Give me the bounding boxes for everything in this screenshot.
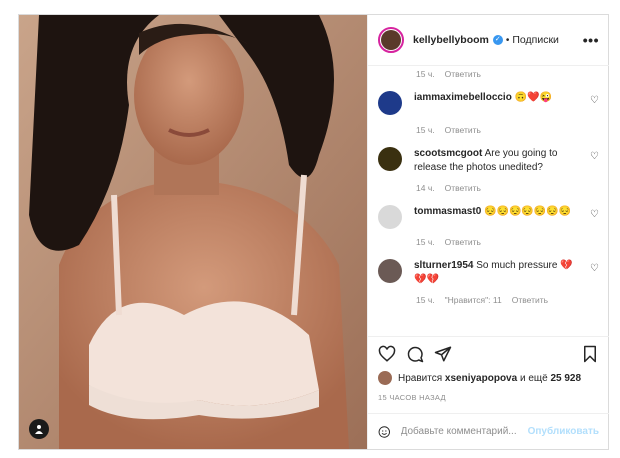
comment: tommasmast0 😔😔😔😔😔😔😔 ♡ (378, 205, 599, 229)
liker-avatar[interactable] (378, 371, 392, 385)
liker-username[interactable]: xseniyapopova (445, 373, 517, 384)
likes-summary: Нравится xseniyapopova и ещё 25 928 (378, 371, 581, 385)
comment-time: 14 ч. (416, 183, 435, 193)
more-options-icon[interactable]: ••• (583, 32, 599, 48)
comment-body: scootsmcgoot Are you going to release th… (414, 147, 574, 175)
comment-icon[interactable] (406, 345, 424, 363)
share-icon[interactable] (434, 345, 452, 363)
comment-input[interactable] (398, 425, 528, 438)
header-separator: • (505, 34, 510, 46)
comment-meta: 15 ч. Ответить (416, 125, 599, 135)
reply-button[interactable]: Ответить (445, 125, 481, 135)
comment: scootsmcgoot Are you going to release th… (378, 147, 599, 175)
heart-icon[interactable]: ♡ (590, 151, 599, 162)
comment: iammaximebelloccio 🙃❤️😜 ♡ (378, 91, 599, 115)
comment-avatar[interactable] (378, 205, 402, 229)
comment-meta: 15 ч. Ответить (416, 69, 599, 79)
photo-illustration (19, 15, 367, 449)
comment-username[interactable]: iammaximebelloccio (414, 92, 512, 103)
comment-time: 15 ч. (416, 237, 435, 247)
comment-text: 🙃❤️😜 (514, 92, 552, 103)
verified-icon: ✓ (492, 35, 503, 45)
reply-button[interactable]: Ответить (512, 295, 548, 305)
author-username[interactable]: kellybellyboom (413, 34, 489, 46)
comment-meta: 14 ч. Ответить (416, 183, 599, 193)
publish-button[interactable]: Опубликовать (528, 426, 599, 437)
reply-button[interactable]: Ответить (445, 237, 481, 247)
comment-meta: 15 ч. "Нравится": 11 Ответить (416, 295, 599, 305)
post-timestamp[interactable]: 15 ЧАСОВ НАЗАД (378, 393, 446, 402)
comment-username[interactable]: slturner1954 (414, 260, 473, 271)
post-actions (368, 336, 609, 364)
user-tag-icon[interactable] (29, 419, 49, 439)
comment-body: slturner1954 So much pressure 💔💔💔 (414, 259, 574, 287)
likes-prefix: Нравится (398, 372, 443, 384)
reply-button[interactable]: Ответить (445, 183, 481, 193)
heart-icon[interactable] (378, 345, 396, 363)
likes-count[interactable]: 25 928 (550, 373, 581, 384)
author-avatar[interactable] (378, 27, 404, 53)
post-header: kellybellyboom ✓ • Подписки ••• (368, 15, 609, 66)
comment-username[interactable]: tommasmast0 (414, 206, 481, 217)
comment-avatar[interactable] (378, 259, 402, 283)
follow-button[interactable]: Подписки (512, 34, 559, 46)
comment-meta: 15 ч. Ответить (416, 237, 599, 247)
comments-list[interactable]: 15 ч. Ответить iammaximebelloccio 🙃❤️😜 ♡… (368, 66, 609, 336)
heart-icon[interactable]: ♡ (590, 95, 599, 106)
bookmark-icon[interactable] (581, 345, 599, 363)
heart-icon[interactable]: ♡ (590, 209, 599, 220)
comment-avatar[interactable] (378, 91, 402, 115)
emoji-icon[interactable] (378, 423, 391, 441)
comment-body: tommasmast0 😔😔😔😔😔😔😔 (414, 205, 574, 219)
add-comment-bar: Опубликовать (368, 413, 609, 449)
comment-body: iammaximebelloccio 🙃❤️😜 (414, 91, 574, 105)
instagram-post: kellybellyboom ✓ • Подписки ••• 15 ч. От… (18, 14, 609, 450)
comment-time: 15 ч. (416, 125, 435, 135)
comment-time: 15 ч. (416, 69, 435, 79)
post-side-panel: kellybellyboom ✓ • Подписки ••• 15 ч. От… (367, 15, 609, 449)
comment-username[interactable]: scootsmcgoot (414, 148, 482, 159)
likes-middle: и ещё (519, 372, 548, 384)
post-photo[interactable] (19, 15, 367, 449)
comment-likes-count[interactable]: "Нравится": 11 (445, 295, 502, 305)
heart-icon[interactable]: ♡ (590, 263, 599, 274)
comment-avatar[interactable] (378, 147, 402, 171)
comment-time: 15 ч. (416, 295, 435, 305)
reply-button[interactable]: Ответить (445, 69, 481, 79)
comment-text: 😔😔😔😔😔😔😔 (484, 206, 572, 217)
comment: slturner1954 So much pressure 💔💔💔 ♡ (378, 259, 599, 287)
